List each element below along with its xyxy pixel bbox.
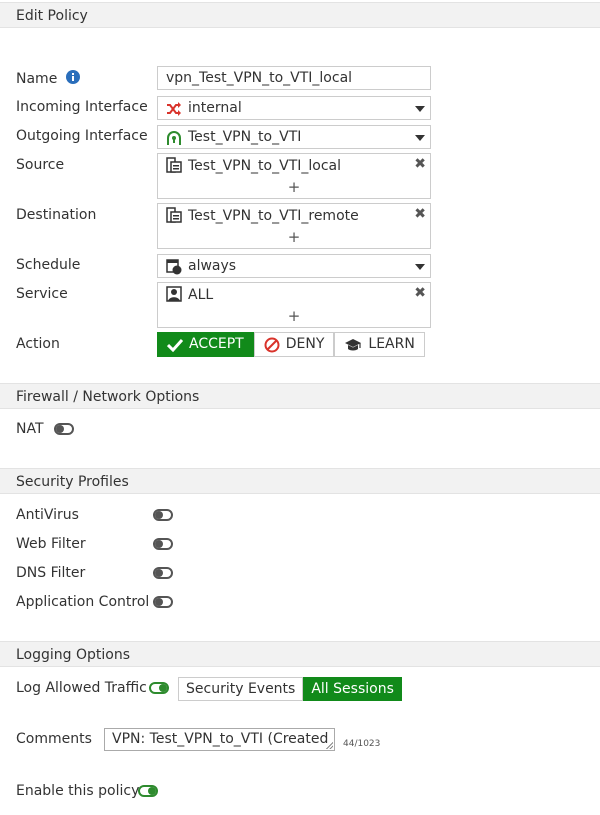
dialog-title-bar: Edit Policy [0,2,600,28]
web-filter-toggle[interactable] [153,538,173,550]
antivirus-toggle[interactable] [153,509,173,521]
schedule-select[interactable]: always [157,254,431,278]
remove-source-button[interactable]: ✖ [414,156,426,172]
security-events-button[interactable]: Security Events [178,677,304,701]
add-source-button[interactable]: + [158,178,430,196]
name-input[interactable] [158,67,430,89]
remove-service-button[interactable]: ✖ [414,285,426,301]
incoming-interface-label: Incoming Interface [16,99,148,115]
address-group-icon [166,157,182,173]
graduation-cap-icon [345,338,362,350]
source-value: Test_VPN_to_VTI_local [188,158,341,174]
web-filter-label: Web Filter [16,536,86,552]
outgoing-interface-label: Outgoing Interface [16,128,148,144]
security-profiles-header: Security Profiles [0,468,600,494]
log-allowed-traffic-label: Log Allowed Traffic [16,680,147,696]
ban-icon [264,337,280,352]
log-mode-button-group: Security Events All Sessions [178,677,402,701]
dialog-title: Edit Policy [16,8,88,24]
address-group-icon [166,207,182,223]
name-label: Name [16,70,80,87]
source-label: Source [16,157,65,173]
outgoing-interface-select[interactable]: Test_VPN_to_VTI [157,125,431,149]
dns-filter-toggle[interactable] [153,567,173,579]
enable-policy-label: Enable this policy [16,783,140,799]
application-control-label: Application Control [16,594,150,610]
destination-value: Test_VPN_to_VTI_remote [188,208,359,224]
schedule-label: Schedule [16,257,81,273]
add-destination-button[interactable]: + [158,228,430,246]
check-icon [167,338,183,352]
destination-label: Destination [16,207,97,223]
schedule-value: always [188,258,237,274]
log-allowed-traffic-toggle[interactable] [149,682,169,694]
destination-field[interactable]: Test_VPN_to_VTI_remote ✖ + [157,203,431,249]
nat-toggle[interactable] [54,423,74,435]
learn-button[interactable]: LEARN [334,332,425,357]
chevron-down-icon [415,264,425,270]
service-value: ALL [188,287,214,303]
chevron-down-icon [415,106,425,112]
resize-grip-icon[interactable] [326,742,333,749]
comments-value: VPN: Test_VPN_to_VTI (Created [112,731,329,747]
name-field[interactable] [157,66,431,90]
all-sessions-button[interactable]: All Sessions [303,677,402,701]
vpn-tunnel-icon [167,131,181,145]
nat-label: NAT [16,421,44,437]
accept-button[interactable]: ACCEPT [157,332,254,357]
comments-label: Comments [16,731,92,747]
enable-policy-toggle[interactable] [138,785,158,797]
incoming-interface-select[interactable]: internal [157,96,431,120]
service-field[interactable]: ALL ✖ + [157,282,431,328]
action-label: Action [16,336,60,352]
info-icon[interactable] [65,70,80,84]
service-label: Service [16,286,68,302]
outgoing-interface-value: Test_VPN_to_VTI [188,129,302,145]
shuffle-icon [167,102,181,116]
comments-character-counter: 44/1023 [343,739,381,749]
firewall-network-options-header: Firewall / Network Options [0,383,600,409]
application-control-toggle[interactable] [153,596,173,608]
service-icon [166,286,182,302]
deny-button[interactable]: DENY [253,332,335,357]
source-field[interactable]: Test_VPN_to_VTI_local ✖ + [157,153,431,199]
incoming-interface-value: internal [188,100,242,116]
comments-textarea[interactable]: VPN: Test_VPN_to_VTI (Created [104,728,335,751]
remove-destination-button[interactable]: ✖ [414,206,426,222]
antivirus-label: AntiVirus [16,507,79,523]
chevron-down-icon [415,135,425,141]
logging-options-header: Logging Options [0,641,600,667]
calendar-clock-icon [166,259,182,275]
dns-filter-label: DNS Filter [16,565,86,581]
action-button-group: ACCEPT DENY LEARN [157,332,425,357]
add-service-button[interactable]: + [158,307,430,325]
